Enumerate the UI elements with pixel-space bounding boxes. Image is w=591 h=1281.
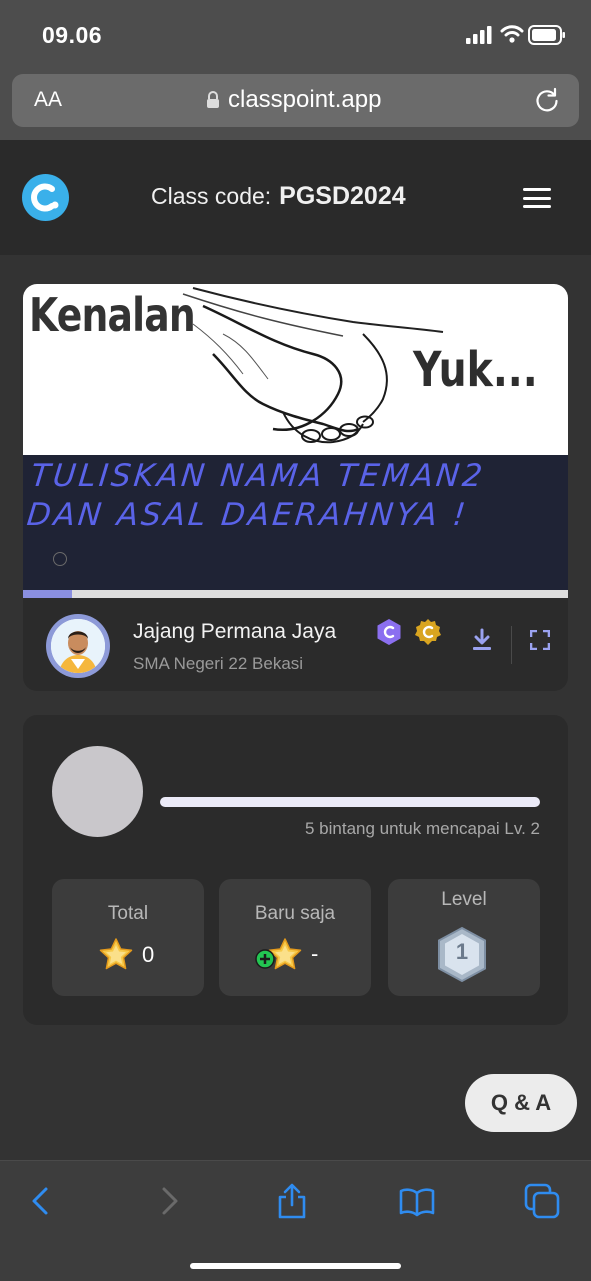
class-code: Class code: PGSD2024: [151, 182, 406, 211]
hamburger-menu-icon[interactable]: [523, 188, 551, 208]
recent-label: Baru saja: [254, 903, 336, 924]
recent-stars-tile: Baru saja -: [219, 879, 371, 996]
stats-card: 5 bintang untuk mencapai Lv. 2 Total 0 B…: [23, 715, 568, 1025]
slide-title-left: Kenalan: [29, 288, 196, 342]
battery-icon: [528, 25, 565, 45]
level-value: 1: [455, 939, 469, 964]
tabs-icon[interactable]: [524, 1183, 560, 1219]
classpoint-gold-badge-icon: [415, 619, 441, 645]
status-time: 09.06: [42, 22, 103, 48]
forward-icon[interactable]: [150, 1183, 186, 1219]
browser-address-area: AA classpoint.app: [0, 70, 591, 140]
qa-button[interactable]: Q & A: [465, 1074, 577, 1132]
fullscreen-icon[interactable]: [530, 630, 550, 650]
level-label: Level: [441, 889, 487, 910]
presenter-name: Jajang Permana Jaya: [133, 620, 337, 643]
slide-image: Kenalan Yuk...: [23, 284, 568, 455]
total-label: Total: [107, 903, 149, 924]
slide-progress-bar: [23, 590, 568, 598]
slide-card: Kenalan Yuk... TULISKAN NAMA TEMAN2 DAN …: [23, 284, 568, 691]
total-stars-tile: Total 0: [52, 879, 204, 996]
slide-prompt: TULISKAN NAMA TEMAN2 DAN ASAL DAERAHNYA …: [25, 458, 487, 533]
back-icon[interactable]: [24, 1183, 60, 1219]
xp-progress-bar: [160, 797, 540, 807]
address-bar[interactable]: AA classpoint.app: [12, 74, 579, 127]
browser-toolbar: [0, 1160, 591, 1281]
slide-prompt-area: TULISKAN NAMA TEMAN2 DAN ASAL DAERAHNYA …: [23, 455, 568, 590]
action-divider: [511, 626, 512, 664]
wifi-icon: [500, 25, 524, 43]
slide-title-right: Yuk...: [413, 342, 538, 398]
bookmarks-icon[interactable]: [399, 1183, 435, 1219]
url-display[interactable]: classpoint.app: [206, 86, 381, 114]
class-code-label: Class code:: [151, 183, 272, 209]
student-avatar: [52, 746, 143, 837]
reload-icon[interactable]: [534, 87, 560, 113]
text-size-button[interactable]: AA: [34, 88, 62, 112]
app-header: Class code: PGSD2024: [0, 140, 591, 255]
classpoint-purple-badge-icon: [377, 619, 401, 645]
classpoint-logo-icon[interactable]: [22, 174, 69, 221]
slide-dot-indicator: [53, 552, 67, 566]
share-icon[interactable]: [274, 1183, 310, 1219]
presenter-school: SMA Negeri 22 Bekasi: [133, 654, 304, 673]
recent-value: -: [311, 941, 319, 966]
level-tile: Level 1: [388, 879, 540, 996]
lock-icon: [207, 91, 219, 108]
url-text: classpoint.app: [228, 86, 382, 113]
slide-progress-fill: [23, 590, 73, 598]
home-indicator: [190, 1263, 401, 1269]
next-level-text: 5 bintang untuk mencapai Lv. 2: [304, 819, 540, 838]
status-bar: 09.06: [0, 0, 591, 70]
cellular-signal-icon: [466, 26, 492, 44]
star-icon: [99, 938, 133, 970]
download-icon[interactable]: [472, 628, 492, 652]
class-code-value: PGSD2024: [279, 182, 406, 210]
presenter-avatar: [46, 614, 110, 678]
plus-icon: [255, 949, 275, 969]
total-value: 0: [142, 942, 155, 967]
